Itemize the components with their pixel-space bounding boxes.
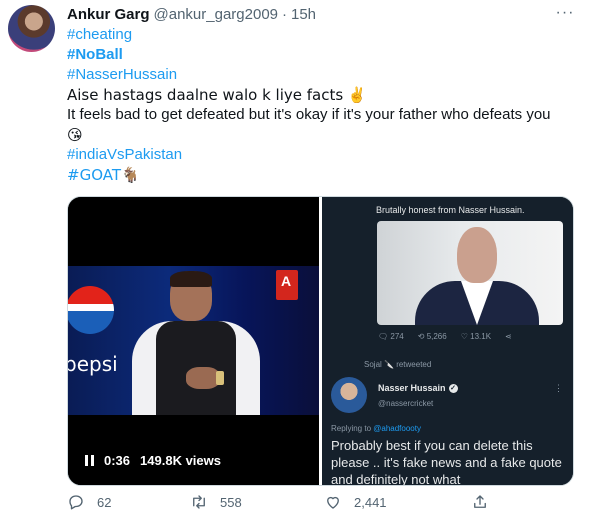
author-name[interactable]: Ankur Garg (67, 6, 150, 23)
presenter-watch (216, 371, 224, 385)
nasser-head (457, 227, 497, 283)
channel-logo-letter: A (281, 273, 292, 289)
nasser-avatar (331, 377, 367, 413)
tweet-line-defeated: It feels bad to get defeated but it's ok… (67, 106, 551, 123)
hashtag-noball[interactable]: #NoBall (67, 45, 577, 65)
author-handle[interactable]: @ankur_garg2009 (154, 6, 278, 23)
screenshot-retweet-count: ⟲ 5,266 (417, 332, 447, 341)
screenshot-like-count: ♡ 13.1K (460, 332, 492, 341)
author-avatar[interactable] (8, 5, 55, 52)
tweet-header: Ankur Garg @ankur_garg2009 · 15h (67, 4, 316, 24)
quoted-reply-text: Probably best if you can delete this ple… (331, 438, 562, 485)
quoted-author-name: Nasser Hussain (378, 383, 446, 393)
tweet-actions: 62 558 2,441 (67, 493, 567, 517)
reply-button[interactable]: 62 (67, 493, 111, 511)
tweet-card[interactable]: Ankur Garg @ankur_garg2009 · 15h ··· #ch… (0, 0, 596, 524)
presenter-hand (186, 367, 220, 389)
like-count: 2,441 (354, 494, 387, 510)
replying-to: Replying to @ahadfoooty (331, 424, 421, 433)
quoted-author-handle: @nassercricket (378, 399, 434, 408)
media-grid: pepsi A 0:36 149.8K views Brutally hones… (67, 196, 574, 486)
quoted-author: Nasser Hussain ✓ (378, 383, 458, 393)
screenshot-more-icon: ⋮ (554, 383, 563, 393)
retweet-button[interactable]: 558 (190, 493, 242, 511)
screenshot-share-icon: ⋖ (505, 332, 512, 341)
more-options-icon[interactable]: ··· (555, 4, 575, 21)
hashtag-goat[interactable]: #GOAT🐐 (67, 165, 577, 185)
video-controls: 0:36 149.8K views (85, 453, 221, 468)
heart-icon (327, 496, 339, 509)
nasser-photo (377, 221, 563, 325)
video-views: 149.8K views (140, 453, 221, 468)
screenshot-stats: 🗨 274 ⟲ 5,266 ♡ 13.1K ⋖ (378, 332, 512, 341)
tweet-timestamp[interactable]: 15h (291, 6, 316, 23)
hashtag-cheating[interactable]: #cheating (67, 25, 577, 45)
screenshot-header-text: Brutally honest from Nasser Hussain. (376, 205, 525, 215)
screenshot-reply-count: 🗨 274 (378, 332, 404, 341)
channel-logo-icon: A (276, 270, 298, 300)
hashtag-nasserhussain[interactable]: #NasserHussain (67, 65, 577, 85)
hashtag-indiavspakistan[interactable]: #indiaVsPakistan (67, 145, 577, 165)
like-button[interactable]: 2,441 (324, 493, 387, 511)
separator-dot: · (282, 5, 287, 23)
pause-icon[interactable] (85, 455, 94, 466)
retweet-icon (193, 495, 205, 509)
tweet-line-emoji: 😘 (67, 126, 83, 144)
presenter-figure (126, 271, 266, 415)
replying-label: Replying to (331, 424, 372, 433)
screenshot-image[interactable]: Brutally honest from Nasser Hussain. 🗨 2… (322, 197, 573, 485)
video-player[interactable]: pepsi A 0:36 149.8K views (68, 197, 319, 485)
share-button[interactable] (471, 493, 489, 511)
replying-handle: @ahadfoooty (373, 424, 421, 433)
tweet-line-facts: Aise hastags daalne walo k liye facts ✌️ (67, 86, 367, 104)
video-time: 0:36 (104, 453, 131, 468)
retweeted-label: Sojal 🔪 retweeted (364, 360, 432, 369)
share-icon (474, 495, 486, 508)
reply-icon (69, 495, 83, 510)
tweet-text: #cheating #NoBall #NasserHussain Aise ha… (67, 25, 577, 185)
presenter-hair (170, 271, 212, 287)
reply-count: 62 (97, 494, 112, 510)
pepsi-brand-text: pepsi (68, 352, 118, 376)
retweet-count: 558 (220, 494, 242, 510)
pepsi-logo-icon (68, 286, 114, 334)
video-frame: pepsi A (68, 266, 319, 415)
verified-badge-icon: ✓ (448, 383, 458, 393)
